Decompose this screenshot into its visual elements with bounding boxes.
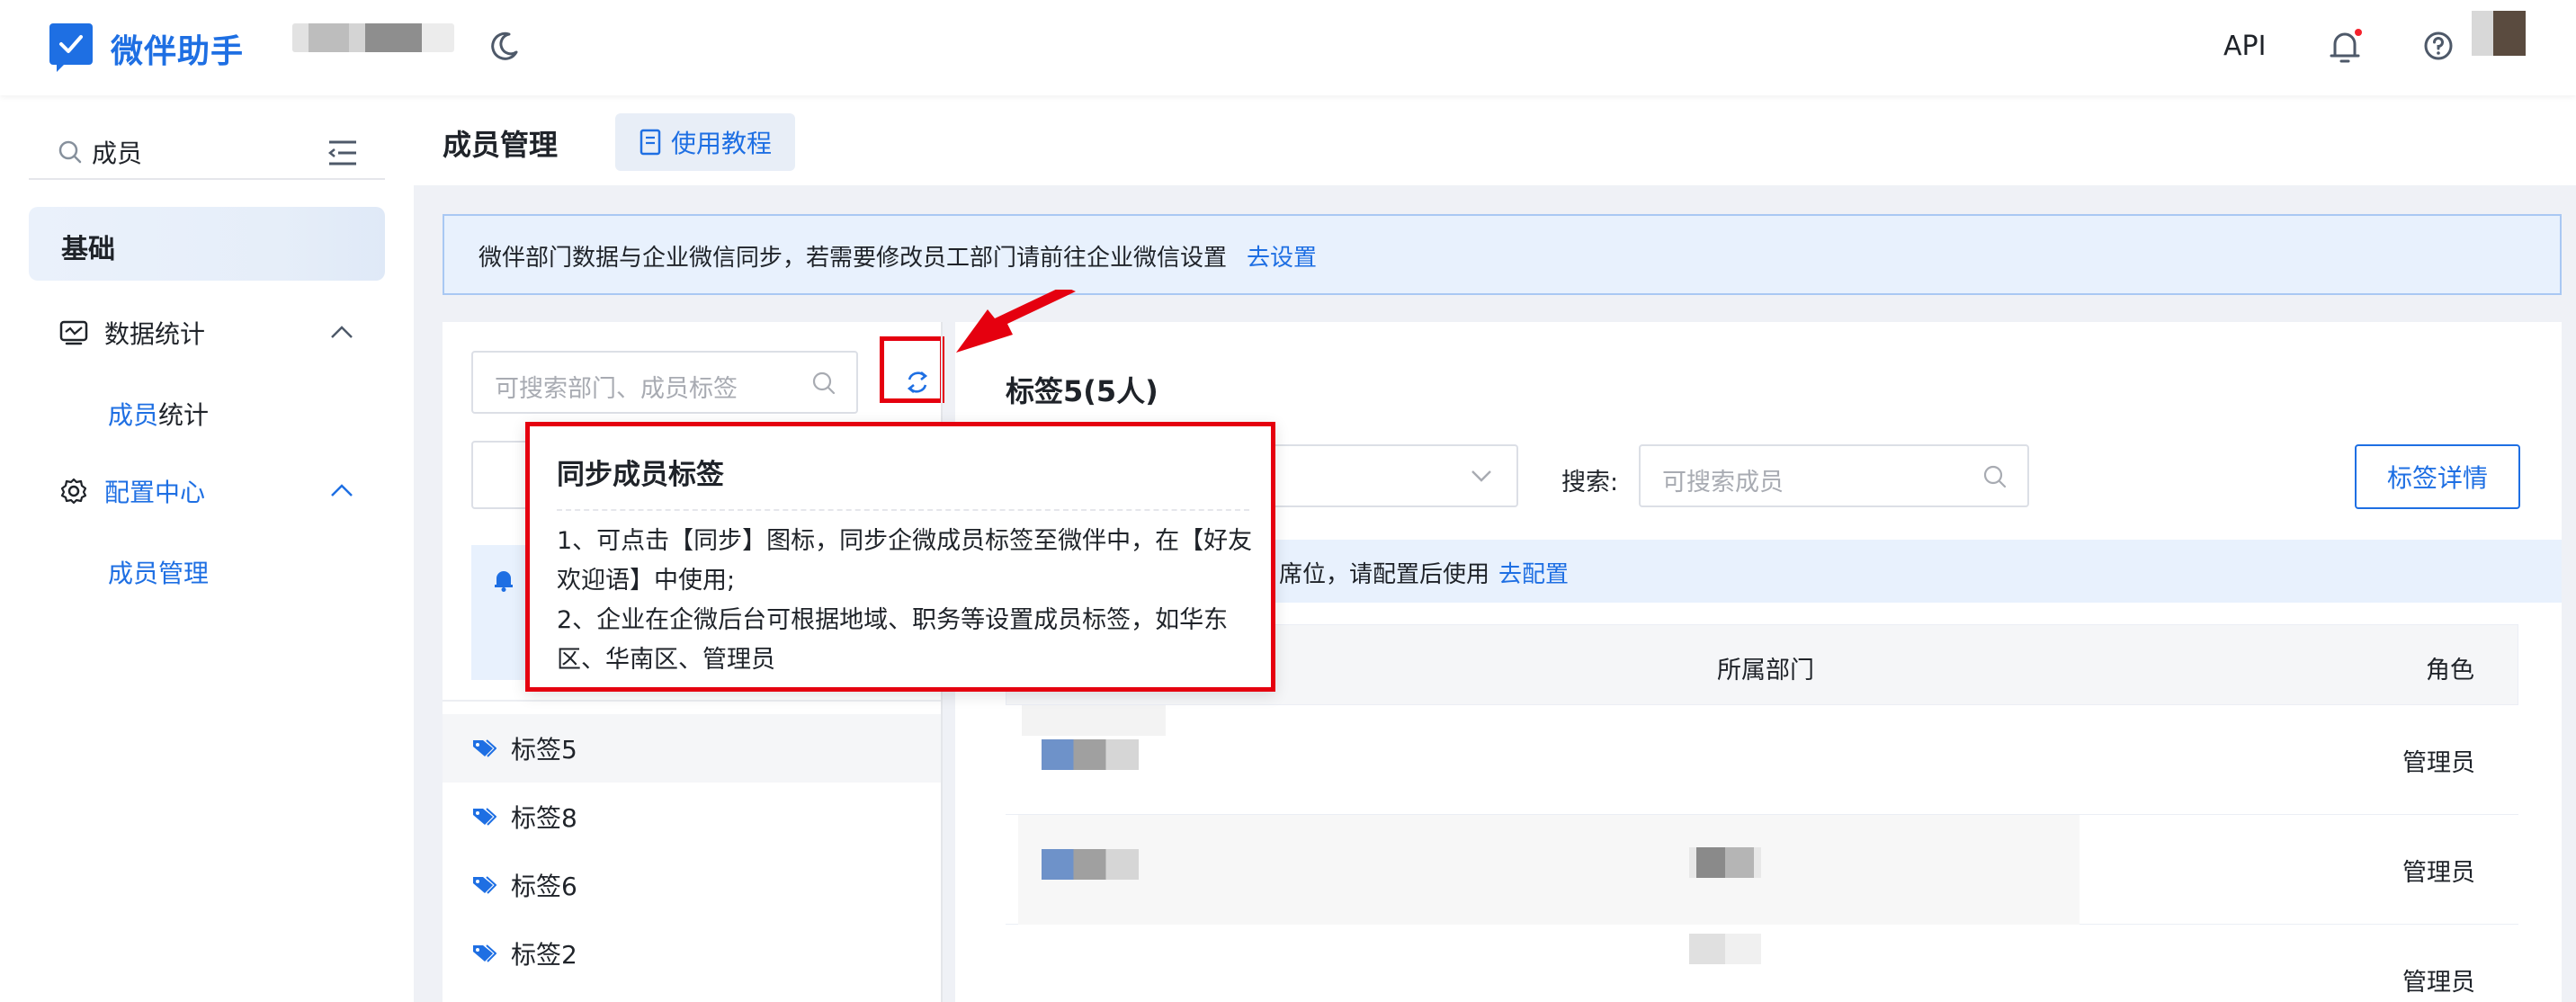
tag-label: 标签6 [511,872,577,901]
tag-search-input[interactable]: 可搜索部门、成员标签 [471,351,858,414]
chevron-down-icon [1471,470,1491,482]
blurred-company-name [292,23,454,52]
sidebar-group-config-center-label: 配置中心 [104,478,206,507]
user-avatar[interactable] [2472,11,2526,56]
tutorial-button[interactable]: 使用教程 [615,113,795,171]
column-department: 所属部门 [1717,657,1814,684]
sidebar-group-data-stats[interactable]: 数据统计 [59,315,205,351]
tag-icon [473,876,496,894]
gear-icon [60,478,87,505]
sidebar-search[interactable]: 成员 [29,126,385,180]
blurred-department [1689,934,1761,964]
bell-icon [495,571,513,592]
api-link[interactable]: API [2223,31,2266,62]
top-header: 微伴助手 API [0,0,2576,95]
row-hover-shade [1018,815,2080,925]
tag-label: 标签5 [511,735,577,765]
dark-mode-moon-icon[interactable] [487,29,522,63]
page-title: 成员管理 [443,128,559,162]
brand-logo[interactable]: 微伴助手 [49,23,244,74]
tag-search-placeholder: 可搜索部门、成员标签 [495,375,738,403]
column-role: 角色 [2426,657,2474,684]
search-icon [58,140,82,164]
chevron-up-icon[interactable] [329,482,354,498]
tooltip-line-1: 1、可点击【同步】图标，同步企微成员标签至微伴中，在【好友欢迎语】中使用; [557,527,1253,595]
table-row[interactable]: 管理员 [1006,815,2518,925]
blurred-department [1689,847,1761,878]
chevron-up-icon[interactable] [329,324,354,340]
sidebar-item-member-management[interactable]: 成员管理 [108,554,209,590]
notice-text: 微伴部门数据与企业微信同步，若需要修改员工部门请前往企业微信设置 [479,245,1228,272]
sidebar-item-member-stats-label: 统计 [158,400,210,430]
tag-icon [473,808,496,826]
sidebar-item-basic-label: 基础 [61,234,115,265]
tag-icon [473,944,496,962]
tooltip-title: 同步成员标签 [557,459,724,491]
help-question-icon[interactable] [2423,31,2454,61]
logo-check-icon [49,23,93,74]
tag-item[interactable]: 标签8 [443,783,943,851]
document-icon [640,129,661,156]
blurred-member-avatar [1042,849,1139,880]
sync-notice-banner: 微伴部门数据与企业微信同步，若需要修改员工部门请前往企业微信设置 去设置 [443,214,2562,295]
sidebar-item-member-stats[interactable]: 成员统计 [108,396,209,432]
table-row[interactable]: 管理员 [1006,705,2518,815]
tooltip-body: 1、可点击【同步】图标，同步企微成员标签至微伴中，在【好友欢迎语】中使用; 2、… [557,522,1258,680]
chart-monitor-icon [59,320,88,345]
tag-item[interactable]: 标签6 [443,851,943,919]
brand-name: 微伴助手 [111,33,245,70]
go-configure-link[interactable]: 去配置 [1498,561,1569,588]
tag-item[interactable]: 标签5 [443,714,943,783]
tag-icon [473,739,496,757]
member-search-input[interactable]: 可搜索成员 [1639,444,2029,507]
tag-detail-button[interactable]: 标签详情 [2355,444,2520,509]
tutorial-label: 使用教程 [670,129,772,158]
tag-item[interactable]: 标签2 [443,919,943,988]
go-settings-link[interactable]: 去设置 [1247,245,1317,272]
role-cell: 管理员 [2402,969,2475,997]
divider [557,509,1249,511]
sidebar-group-config-center[interactable]: 配置中心 [59,473,205,509]
member-search-placeholder: 可搜索成员 [1662,469,1784,497]
search-icon [1983,465,2007,488]
divider [443,700,943,702]
sidebar-group-data-stats-label: 数据统计 [104,319,206,349]
search-highlight: 成员 [108,400,159,430]
collapse-menu-icon[interactable] [327,139,358,167]
blurred-cell [1022,705,1166,736]
tag-label: 标签2 [511,940,577,970]
blurred-member-avatar [1042,739,1139,770]
search-label: 搜索: [1561,469,1619,497]
sidebar: 成员 基础 数据统计 成员统计 配置中心 成员管理 [0,95,414,1002]
tag-title: 标签5(5人) [1006,374,1158,408]
tooltip-line-2: 2、企业在企微后台可根据地域、职务等设置成员标签，如华东区、华南区、管理员 [557,606,1229,674]
sidebar-search-value[interactable]: 成员 [92,134,142,170]
sidebar-item-basic[interactable]: 基础 [29,207,385,281]
annotation-arrow [956,290,1076,353]
role-cell: 管理员 [2402,859,2475,887]
sync-tag-tooltip: 同步成员标签 1、可点击【同步】图标，同步企微成员标签至微伴中，在【好友欢迎语】… [525,422,1275,692]
notification-dot [2355,29,2362,36]
role-cell: 管理员 [2402,749,2475,777]
search-icon [812,371,836,395]
table-row[interactable]: 管理员 [1006,925,2518,1002]
sync-highlight-box [880,336,944,403]
tag-label: 标签8 [511,803,577,833]
page-header: 成员管理 使用教程 [414,95,2576,185]
